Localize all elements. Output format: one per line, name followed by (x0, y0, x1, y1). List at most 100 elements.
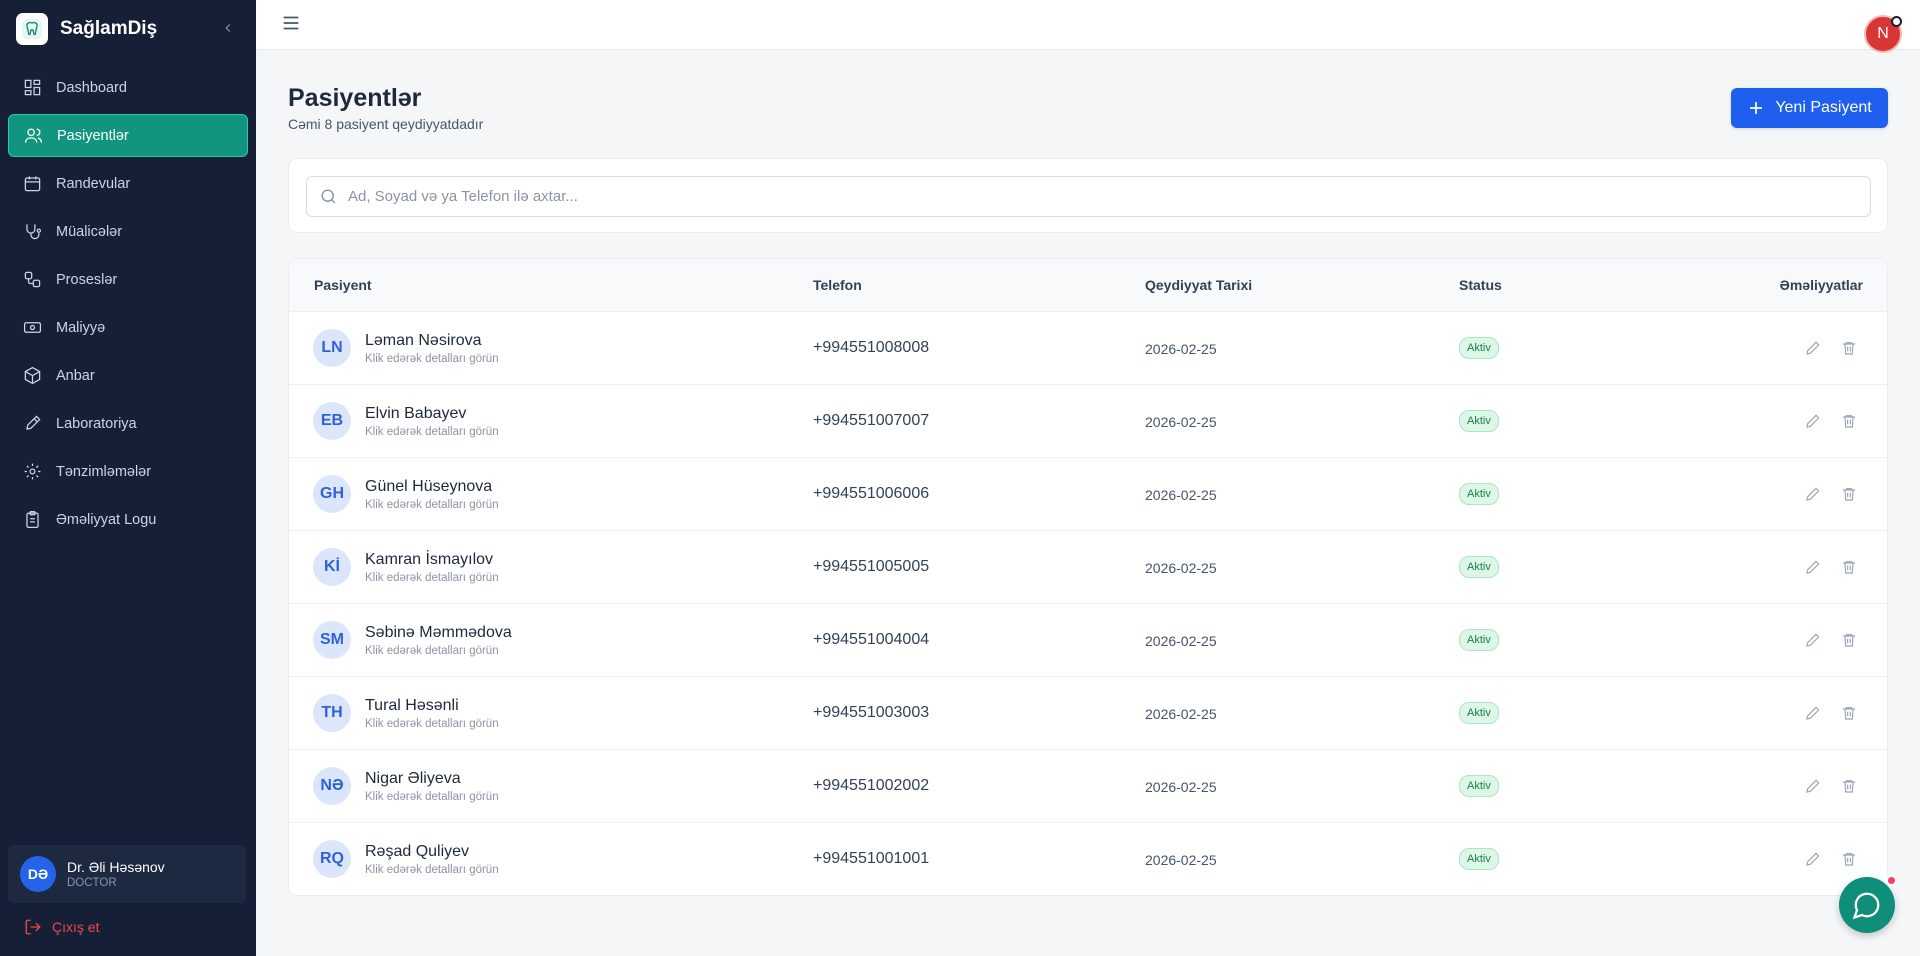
sidebar-item-label: Müalicələr (56, 223, 123, 240)
patient-avatar: GH (313, 475, 351, 513)
trash-icon[interactable] (1839, 557, 1859, 577)
sidebar-item-label: Tənzimləmələr (56, 463, 152, 480)
row-actions (1787, 849, 1859, 869)
page-subtitle: Cəmi 8 pasiyent qeydiyyatdadır (288, 116, 484, 132)
table-row[interactable]: NƏ Nigar Əliyeva Klik edərək detalları g… (289, 750, 1887, 823)
calendar-icon (22, 174, 42, 194)
users-icon (23, 126, 43, 146)
menu-icon[interactable] (280, 12, 302, 34)
sidebar-nav: Dashboard Pasiyentlər Randevular Müalicə… (0, 66, 256, 541)
sidebar-item-finance[interactable]: Maliyyə (8, 306, 248, 349)
patients-table: Pasiyent Telefon Qeydiyyat Tarixi Status… (288, 258, 1888, 896)
status-badge: Aktiv (1459, 337, 1499, 359)
table-row[interactable]: RQ Rəşad Quliyev Klik edərək detalları g… (289, 823, 1887, 895)
new-patient-label: Yeni Pasiyent (1775, 99, 1872, 116)
profile-avatar[interactable]: N (1864, 15, 1902, 53)
patient-cell: EB Elvin Babayev Klik edərək detalları g… (313, 402, 499, 440)
edit-icon[interactable] (1803, 338, 1823, 358)
registration-date: 2026-02-25 (1145, 706, 1217, 722)
patient-hint: Klik edərək detalları görün (365, 425, 499, 438)
logout-icon (25, 919, 41, 935)
patient-cell: TH Tural Həsənli Klik edərək detalları g… (313, 694, 499, 732)
patient-cell: Kİ Kamran İsmayılov Klik edərək detallar… (313, 548, 499, 586)
sidebar-item-laboratory[interactable]: Laboratoriya (8, 402, 248, 445)
new-patient-button[interactable]: Yeni Pasiyent (1731, 88, 1888, 128)
patient-avatar: EB (313, 402, 351, 440)
chat-button[interactable] (1839, 877, 1895, 933)
table-row[interactable]: SM Səbinə Məmmədova Klik edərək detallar… (289, 604, 1887, 677)
status-badge: Aktiv (1459, 629, 1499, 651)
table-row[interactable]: Kİ Kamran İsmayılov Klik edərək detallar… (289, 531, 1887, 604)
sidebar-item-label: Dashboard (56, 79, 127, 96)
trash-icon[interactable] (1839, 411, 1859, 431)
chevron-left-icon[interactable] (218, 18, 238, 38)
patient-phone: +994551007007 (813, 412, 930, 429)
patient-cell: NƏ Nigar Əliyeva Klik edərək detalları g… (313, 767, 499, 805)
edit-icon[interactable] (1803, 557, 1823, 577)
patient-hint: Klik edərək detalları görün (365, 863, 499, 876)
table-row[interactable]: GH Günel Hüseynova Klik edərək detalları… (289, 458, 1887, 531)
patient-hint: Klik edərək detalları görün (365, 790, 499, 803)
patient-avatar: NƏ (313, 767, 351, 805)
header-status: Status (1459, 277, 1502, 293)
registration-date: 2026-02-25 (1145, 414, 1217, 430)
search-box[interactable] (306, 176, 1871, 217)
pipette-icon (22, 414, 42, 434)
sidebar-item-dashboard[interactable]: Dashboard (8, 66, 248, 109)
registration-date: 2026-02-25 (1145, 633, 1217, 649)
sidebar-item-label: Pasiyentlər (57, 127, 129, 144)
patient-name: Ləman Nəsirova (365, 331, 482, 349)
header-date: Qeydiyyat Tarixi (1145, 277, 1253, 293)
logout-button[interactable]: Çıxış et (24, 918, 99, 936)
registration-date: 2026-02-25 (1145, 487, 1217, 503)
header-actions: Əməliyyatlar (1779, 277, 1863, 293)
search-input[interactable] (348, 188, 1870, 205)
sidebar-item-appointments[interactable]: Randevular (8, 162, 248, 205)
sidebar-item-label: Əməliyyat Logu (56, 511, 157, 528)
trash-icon[interactable] (1839, 484, 1859, 504)
sidebar: SağlamDiş Dashboard Pasiyentlər Randevul… (0, 0, 256, 956)
table-row[interactable]: EB Elvin Babayev Klik edərək detalları g… (289, 385, 1887, 458)
edit-icon[interactable] (1803, 776, 1823, 796)
edit-icon[interactable] (1803, 630, 1823, 650)
user-name: Dr. Əli Həsənov (67, 859, 165, 875)
user-card[interactable]: DƏ Dr. Əli Həsənov DOCTOR (8, 845, 246, 903)
patient-name: Rəşad Quliyev (365, 842, 470, 860)
status-badge: Aktiv (1459, 848, 1499, 870)
sidebar-item-audit-log[interactable]: Əməliyyat Logu (8, 498, 248, 541)
sidebar-item-warehouse[interactable]: Anbar (8, 354, 248, 397)
patient-phone: +994551004004 (813, 631, 930, 648)
table-row[interactable]: TH Tural Həsənli Klik edərək detalları g… (289, 677, 1887, 750)
sidebar-item-processes[interactable]: Proseslər (8, 258, 248, 301)
edit-icon[interactable] (1803, 703, 1823, 723)
registration-date: 2026-02-25 (1145, 779, 1217, 795)
trash-icon[interactable] (1839, 849, 1859, 869)
trash-icon[interactable] (1839, 776, 1859, 796)
patient-avatar: TH (313, 694, 351, 732)
row-actions (1787, 776, 1859, 796)
edit-icon[interactable] (1803, 411, 1823, 431)
sidebar-item-patients[interactable]: Pasiyentlər (8, 114, 248, 157)
table-row[interactable]: LN Ləman Nəsirova Klik edərək detalları … (289, 312, 1887, 385)
patient-avatar: Kİ (313, 548, 351, 586)
edit-icon[interactable] (1803, 484, 1823, 504)
notification-dot (1891, 16, 1902, 27)
registration-date: 2026-02-25 (1145, 341, 1217, 357)
patient-phone: +994551005005 (813, 558, 930, 575)
sidebar-item-settings[interactable]: Tənzimləmələr (8, 450, 248, 493)
trash-icon[interactable] (1839, 703, 1859, 723)
patient-phone: +994551008008 (813, 339, 930, 356)
trash-icon[interactable] (1839, 338, 1859, 358)
edit-icon[interactable] (1803, 849, 1823, 869)
row-actions (1787, 557, 1859, 577)
logout-label: Çıxış et (52, 919, 100, 935)
workflow-icon (22, 270, 42, 290)
sidebar-item-treatments[interactable]: Müalicələr (8, 210, 248, 253)
header-phone: Telefon (813, 277, 862, 293)
app-name: SağlamDiş (60, 18, 158, 39)
patient-cell: LN Ləman Nəsirova Klik edərək detalları … (313, 329, 499, 367)
patient-hint: Klik edərək detalları görün (365, 717, 499, 730)
trash-icon[interactable] (1839, 630, 1859, 650)
banknote-icon (22, 318, 42, 338)
status-badge: Aktiv (1459, 483, 1499, 505)
